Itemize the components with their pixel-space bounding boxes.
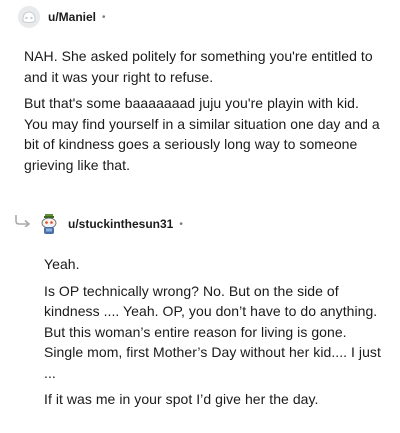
- default-avatar-icon[interactable]: [18, 6, 40, 28]
- comment-paragraph: But that's some baaaaaaad juju you're pl…: [24, 95, 380, 173]
- username[interactable]: u/stuckinthesun31: [68, 217, 173, 231]
- comment-paragraph: Is OP technically wrong? No. But on the …: [44, 282, 381, 381]
- separator-dot: •: [102, 11, 106, 23]
- reply-arrow-icon: [14, 214, 32, 232]
- comment-header: u/Maniel •: [18, 2, 106, 32]
- snoo-avatar-icon[interactable]: [38, 213, 60, 235]
- comment-header: u/stuckinthesun31 •: [38, 209, 183, 239]
- comment-paragraph: Yeah.: [44, 256, 80, 272]
- comment-paragraph: NAH. She asked politely for something yo…: [24, 48, 373, 85]
- comment-body: Yeah. Is OP technically wrong? No. But o…: [44, 254, 384, 416]
- comment-paragraph: If it was me in your spot I’d give her t…: [44, 391, 319, 407]
- username[interactable]: u/Maniel: [48, 10, 96, 24]
- comment-body: NAH. She asked politely for something yo…: [24, 46, 384, 181]
- separator-dot: •: [179, 218, 183, 230]
